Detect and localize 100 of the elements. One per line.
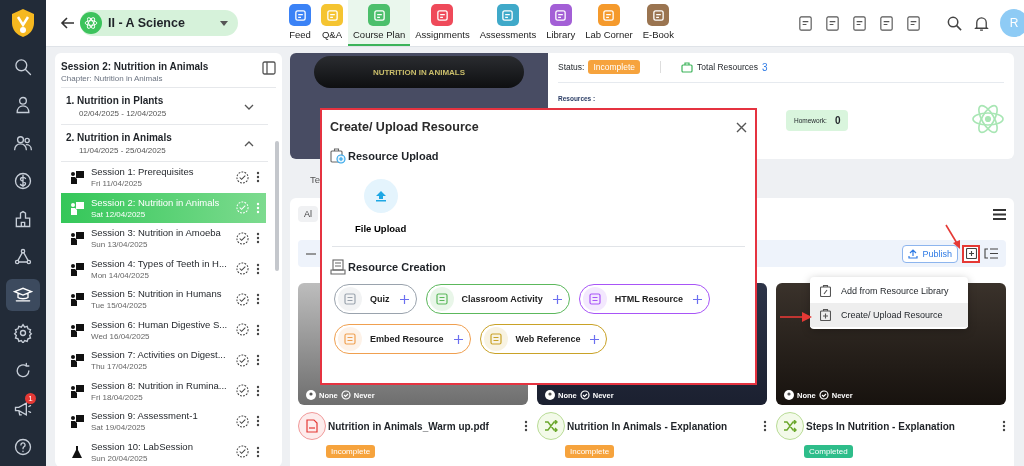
check-circle-icon[interactable] <box>236 353 249 367</box>
resource-title[interactable]: Nutrition in Animals_Warm up.pdf <box>328 420 522 432</box>
nav-rail-item[interactable]: 1 <box>6 393 40 425</box>
file-upload-button[interactable]: File Upload <box>355 179 407 234</box>
teacher-board-icon <box>70 322 84 337</box>
nav-tab[interactable]: Assignments <box>410 0 475 46</box>
kebab-menu-icon[interactable] <box>256 415 260 428</box>
kebab-menu-icon[interactable] <box>256 293 260 306</box>
session-item[interactable]: Session 10: LabSession Sun 20/04/2025 <box>61 436 266 466</box>
nav-tab[interactable]: Course Plan <box>348 0 411 46</box>
kebab-menu-icon[interactable] <box>524 420 528 432</box>
check-circle-icon[interactable] <box>236 262 249 276</box>
nav-rail-item[interactable] <box>6 279 40 311</box>
check-circle-icon[interactable] <box>236 292 249 306</box>
session-item[interactable]: Session 9: Assessment-1 Sat 19/04/2025 <box>61 406 266 437</box>
check-circle-icon[interactable] <box>236 384 249 398</box>
publish-button[interactable]: Publish <box>902 244 958 263</box>
status-badge: Incomplete <box>588 60 641 74</box>
status-badge: Incomplete <box>565 445 615 458</box>
check-circle-icon[interactable] <box>236 231 249 245</box>
outline-subtitle: Chapter: Nutrition in Animals <box>61 74 164 83</box>
reorder-list-icon[interactable] <box>984 248 998 259</box>
session-item[interactable]: Session 4: Types of Teeth in H... Mon 14/04/2025 <box>61 253 266 284</box>
atom-icon <box>84 16 98 30</box>
status-badge: Completed <box>804 445 853 458</box>
teacher-board-icon <box>70 231 84 246</box>
plus-icon <box>693 294 703 304</box>
session-item[interactable]: Session 6: Human Digestive S... Wed 16/04/2025 <box>61 314 266 345</box>
chapter-row[interactable]: 2. Nutrition in Animals 11/04/2025 - 25/04/2025 <box>61 125 268 162</box>
create-resource-chip[interactable]: Quiz <box>334 284 417 314</box>
plus-icon <box>399 294 409 304</box>
kebab-menu-icon[interactable] <box>256 354 260 367</box>
briefcase-icon <box>681 61 694 73</box>
teacher-board-icon <box>70 414 84 429</box>
kebab-menu-icon[interactable] <box>763 420 767 432</box>
kebab-menu-icon[interactable] <box>1002 420 1006 432</box>
create-resource-chip[interactable]: Embed Resource <box>334 324 471 354</box>
briefcase-plus-icon <box>330 148 346 164</box>
nav-tab[interactable]: Library <box>541 0 581 46</box>
plus-icon <box>552 294 562 304</box>
section-tab[interactable]: Te <box>310 174 321 185</box>
teacher-board-icon <box>70 170 84 185</box>
kebab-menu-icon[interactable] <box>256 171 260 184</box>
create-resource-chip[interactable]: Classroom Activity <box>425 284 570 314</box>
people-icon <box>13 133 33 153</box>
nav-tab[interactable]: E-Book <box>637 0 679 46</box>
teacher-board-icon <box>70 261 84 276</box>
resource-type-icon <box>344 293 356 305</box>
chevron-up-icon <box>244 140 254 147</box>
total-resources-count: 3 <box>762 61 768 73</box>
check-circle-icon[interactable] <box>236 414 249 428</box>
status-badge: Incomplete <box>326 445 376 458</box>
resource-title[interactable]: Steps In Nutrition - Explanation <box>806 420 1000 432</box>
check-circle-icon[interactable] <box>236 170 249 184</box>
plus-icon <box>453 334 463 344</box>
calendar-icon <box>818 390 829 400</box>
kebab-menu-icon[interactable] <box>256 232 260 245</box>
kebab-menu-icon[interactable] <box>256 445 260 458</box>
status-label: Status: <box>558 62 585 72</box>
teacher-board-icon <box>70 353 84 368</box>
session-item[interactable]: Session 7: Activities on Digest... Thu 17/04/2025 <box>61 345 266 376</box>
list-view-icon[interactable] <box>993 208 1006 220</box>
session-item[interactable]: Session 3: Nutrition in Amoeba Sun 13/04/2025 <box>61 223 266 254</box>
search-icon[interactable] <box>946 14 963 32</box>
panel-icon[interactable] <box>262 61 276 75</box>
add-button[interactable] <box>962 244 980 263</box>
logo-icon[interactable] <box>10 8 36 38</box>
nav-tab[interactable]: Lab Corner <box>580 0 638 46</box>
scrollbar[interactable] <box>275 141 279 271</box>
plus-square-icon <box>965 248 977 259</box>
class-selector[interactable]: II - A Science <box>80 10 238 36</box>
nav-tab[interactable]: Q&A <box>316 0 348 46</box>
shuffle-icon <box>537 412 565 440</box>
back-arrow-icon[interactable] <box>60 15 76 31</box>
search-icon <box>13 57 33 77</box>
session-item[interactable]: Session 8: Nutrition in Rumina... Fri 18/04/2025 <box>61 375 266 406</box>
filter-chip[interactable]: Al <box>298 206 318 222</box>
create-resource-chip[interactable]: Web Reference <box>479 324 608 354</box>
close-icon[interactable] <box>736 121 747 133</box>
homework-count: 0 <box>834 115 841 126</box>
pdf-icon <box>298 412 326 440</box>
nav-tab[interactable]: Assessments <box>474 0 542 46</box>
shuffle-icon <box>776 412 804 440</box>
create-resource-chip[interactable]: HTML Resource <box>578 284 711 314</box>
check-circle-icon[interactable] <box>236 445 249 459</box>
help-icon <box>13 437 33 457</box>
resource-title[interactable]: Nutrition In Animals - Explanation <box>567 420 761 432</box>
chapter-row[interactable]: 1. Nutrition in Plants 02/04/2025 - 12/04/2025 <box>61 88 268 125</box>
kebab-menu-icon[interactable] <box>256 384 260 397</box>
menu-item[interactable]: Create/ Upload Resource <box>810 303 968 327</box>
clipboard-icon <box>820 309 831 321</box>
kebab-menu-icon[interactable] <box>256 323 260 336</box>
check-circle-icon[interactable] <box>236 323 249 337</box>
session-item[interactable]: Session 5: Nutrition in Humans Tue 15/04/2025 <box>61 284 266 315</box>
kebab-menu-icon[interactable] <box>256 262 260 275</box>
nav-tab[interactable]: Feed <box>284 0 316 46</box>
session-item[interactable]: Session 1: Prerequisites Fri 11/04/2025 <box>61 162 266 193</box>
bell-icon[interactable] <box>973 14 990 32</box>
calendar-icon <box>340 390 351 400</box>
flask-icon <box>70 444 84 459</box>
